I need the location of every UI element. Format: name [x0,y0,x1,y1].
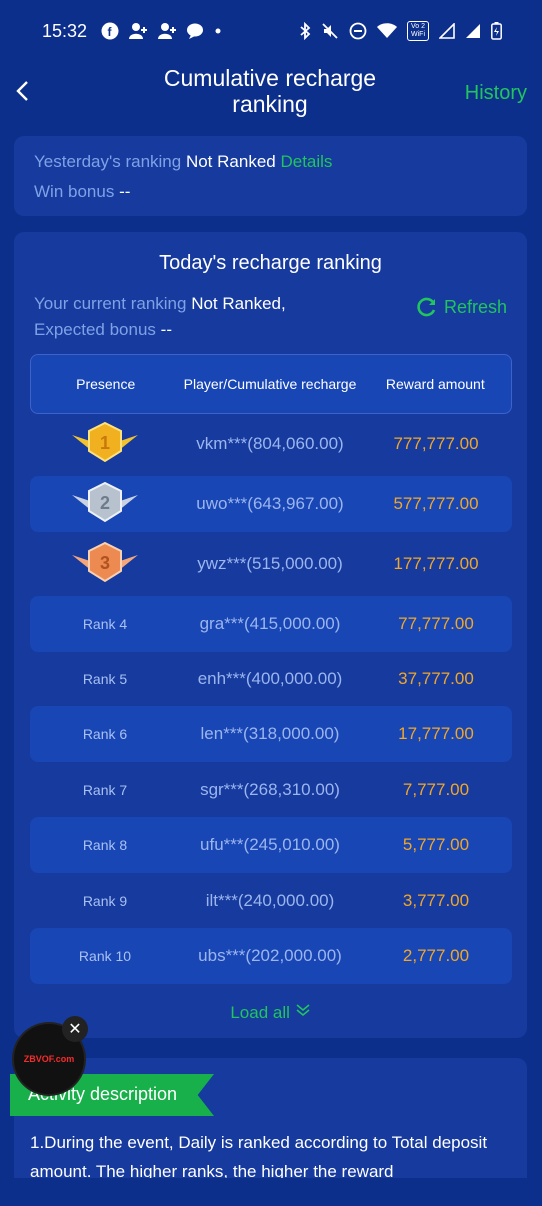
player-cell: vkm***(804,060.00) [196,434,344,453]
double-chevron-down-icon [296,1004,310,1017]
rank-cell: Rank 6 [82,726,128,742]
player-cell: ufu***(245,010.00) [200,835,340,854]
rank-cell: Rank 9 [82,893,128,909]
player-cell: ywz***(515,000.00) [197,554,343,573]
yesterday-ranking-label: Yesterday's ranking [34,152,182,171]
status-time: 15:32 [42,20,88,41]
expected-bonus-row: Expected bonus -- [34,320,172,340]
refresh-icon [417,297,436,317]
table-row: Rank 10 ubs***(202,000.00) 2,777.00 [30,928,512,984]
player-cell: len***(318,000.00) [200,724,340,743]
current-ranking-row: Your current ranking Not Ranked, [34,294,286,314]
expected-bonus-label: Expected bonus [34,320,156,339]
table-row: Rank 4 gra***(415,000.00) 77,777.00 [30,596,512,652]
dnd-icon [349,22,367,40]
rank-cell: 1 [30,421,180,467]
rank-cell: Rank 10 [78,948,132,964]
close-icon: ✕ [68,1021,82,1038]
win-bonus-row: Win bonus -- [34,182,130,202]
reward-cell: 577,777.00 [393,494,479,513]
chat-icon [187,23,204,39]
table-row: Rank 7 sgr***(268,310.00) 7,777.00 [30,762,512,818]
chevron-left-icon [16,81,28,101]
back-button[interactable] [10,76,34,106]
refresh-button[interactable]: Refresh [416,296,507,318]
rank-cell: Rank 4 [82,616,128,632]
column-reward: Reward amount [385,376,485,392]
current-ranking-label: Your current ranking [34,294,187,313]
reward-cell: 3,777.00 [402,891,470,910]
notification-icons: f [101,22,223,40]
today-ranking-title: Today's recharge ranking [159,252,382,274]
rank-cell: 2 [30,481,180,527]
wifi-icon [377,23,397,38]
reward-cell: 2,777.00 [402,946,470,965]
mute-icon [322,23,338,39]
gold-medal-icon: 1 [72,421,138,463]
bottom-edge [0,1178,542,1206]
rank-cell: Rank 8 [82,837,128,853]
refresh-label: Refresh [443,296,507,317]
player-cell: ilt***(240,000.00) [205,891,335,910]
win-bonus-value: -- [119,182,131,201]
expected-bonus-value: -- [160,320,172,339]
table-row: Rank 5 enh***(400,000.00) 37,777.00 [30,651,512,707]
close-ad-button[interactable]: ✕ [62,1016,88,1042]
table-row: Rank 8 ufu***(245,010.00) 5,777.00 [30,817,512,873]
table-row: 2 uwo***(643,967.00) 577,777.00 [30,476,512,532]
rank-cell: Rank 5 [82,671,128,687]
silver-medal-icon: 2 [72,481,138,523]
reward-cell: 5,777.00 [402,835,470,854]
ad-logo: ZBVOF.com [23,1054,75,1064]
medal-rank-number: 2 [100,493,110,513]
facebook-icon: f [101,22,119,40]
today-ranking-card: Today's recharge ranking Your current ra… [14,232,527,1038]
rank-cell: 3 [30,541,180,587]
reward-cell: 177,777.00 [393,554,479,573]
player-cell: sgr***(268,310.00) [200,780,340,799]
win-bonus-label: Win bonus [34,182,115,201]
activity-card: Activity description 1.During the event,… [10,1058,527,1188]
volte-icon: Vo 2 WiFi [407,21,429,41]
current-ranking-value: Not Ranked, [191,294,286,313]
bluetooth-icon [300,22,311,40]
battery-icon [491,22,502,40]
app-header: Cumulative recharge ranking History [0,62,542,124]
bronze-medal-icon: 3 [72,541,138,583]
load-all-button[interactable]: Load all [14,1002,527,1023]
page-title: Cumulative recharge ranking [163,65,377,117]
reward-cell: 777,777.00 [393,434,479,453]
reward-cell: 77,777.00 [398,614,474,633]
player-cell: uwo***(643,967.00) [196,494,344,513]
reward-cell: 17,777.00 [398,724,474,743]
status-bar: 15:32 f Vo 2 WiFi [0,0,542,62]
yesterday-card: Yesterday's ranking Not Ranked Details W… [14,136,527,216]
dot-icon [215,28,221,34]
person-add-icon [158,23,177,39]
column-player: Player/Cumulative recharge [183,375,357,392]
yesterday-ranking-value: Not Ranked [185,152,276,171]
ranking-table-header: Presence Player/Cumulative recharge Rewa… [30,354,512,414]
player-cell: ubs***(202,000.00) [198,946,342,965]
signal-icon [466,24,480,38]
reward-cell: 37,777.00 [398,669,474,688]
player-cell: enh***(400,000.00) [197,669,343,688]
reward-cell: 7,777.00 [402,780,470,799]
table-row: 3 ywz***(515,000.00) 177,777.00 [30,536,512,592]
medal-rank-number: 3 [100,553,110,573]
details-link[interactable]: Details [280,152,332,171]
system-icons: Vo 2 WiFi [299,21,502,41]
history-link[interactable]: History [465,82,527,105]
rank-cell: Rank 7 [82,782,128,798]
table-row: Rank 6 len***(318,000.00) 17,777.00 [30,706,512,762]
table-row: Rank 9 ilt***(240,000.00) 3,777.00 [30,873,512,929]
signal-icon [439,23,455,39]
person-add-icon [129,23,148,39]
load-all-label: Load all [230,1003,290,1022]
yesterday-ranking-row: Yesterday's ranking Not Ranked Details [34,152,332,172]
table-row: 1 vkm***(804,060.00) 777,777.00 [30,416,512,472]
column-presence: Presence [76,376,136,392]
medal-rank-number: 1 [100,433,110,453]
player-cell: gra***(415,000.00) [199,614,341,633]
